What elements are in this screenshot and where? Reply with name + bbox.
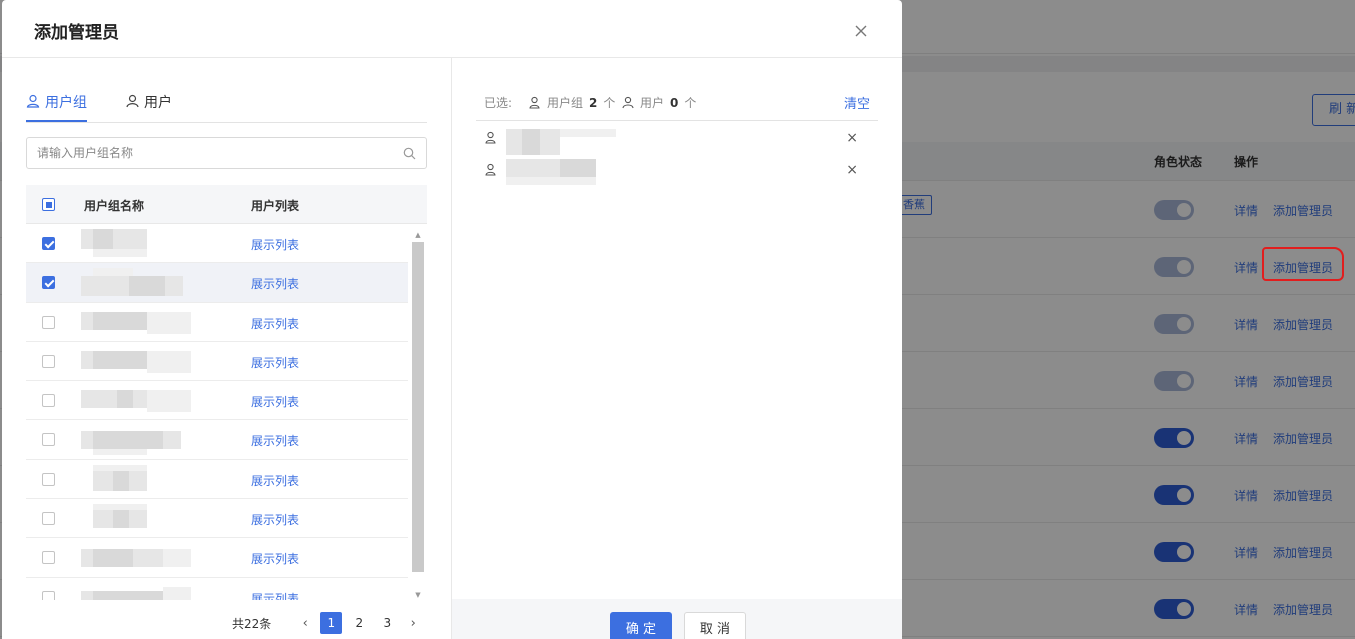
close-icon[interactable] (852, 22, 870, 40)
tab-bar: 用户组 用户 (26, 90, 427, 123)
user-icon (622, 96, 634, 109)
remove-item-icon[interactable]: × (846, 162, 858, 178)
row-checkbox[interactable] (42, 472, 55, 486)
row-checkbox[interactable] (42, 551, 55, 565)
selected-name-redacted (506, 127, 616, 155)
tab-label: 用户 (144, 95, 172, 111)
user-icon (126, 94, 139, 108)
table-row[interactable]: 展示列表 (26, 224, 408, 264)
tab-label: 用户组 (45, 95, 87, 111)
group-name-redacted (81, 464, 189, 493)
user-group-icon (529, 96, 540, 109)
scroll-thumb[interactable] (412, 242, 424, 572)
group-name-redacted (81, 229, 189, 257)
confirm-button[interactable]: 确 定 (610, 612, 672, 639)
group-name-redacted (81, 386, 191, 414)
row-checkbox[interactable] (42, 590, 55, 600)
scroll-down-icon[interactable]: ▼ (412, 590, 424, 600)
show-list-link[interactable]: 展示列表 (251, 354, 299, 371)
tab-user-group[interactable]: 用户组 (26, 92, 87, 122)
annotation-highlight-box (1262, 247, 1344, 281)
total-count: 共22条 (232, 616, 272, 631)
row-checkbox[interactable] (42, 394, 55, 408)
user-unit: 个 (684, 96, 697, 110)
table-row[interactable]: 展示列表 (26, 263, 408, 303)
group-name-redacted (81, 543, 191, 571)
add-admin-dialog: 添加管理员 用户组 用户 请输入用户组名称 用户组名称 用户列表 展示列表 展示… (2, 0, 902, 639)
table-scrollbar[interactable]: ▲ ▼ (412, 230, 424, 600)
table-row[interactable]: 展示列表 (26, 578, 408, 600)
group-count: 2 (589, 95, 598, 110)
select-all-checkbox[interactable] (42, 198, 55, 211)
user-group-icon (485, 131, 496, 144)
search-input[interactable] (37, 144, 387, 162)
user-group-table: 用户组名称 用户列表 展示列表 展示列表 展示列表 展示列表 展示列表 展示列表… (26, 185, 427, 600)
column-user-list: 用户列表 (251, 199, 300, 213)
show-list-link[interactable]: 展示列表 (251, 472, 299, 489)
pagination: 共22条 ‹ 1 2 3 › (232, 611, 425, 635)
group-search-box (26, 137, 427, 169)
page-1[interactable]: 1 (320, 612, 343, 634)
group-name-redacted (81, 268, 189, 297)
group-name-redacted (81, 583, 191, 600)
table-row[interactable]: 展示列表 (26, 420, 408, 460)
selected-list: × × (476, 123, 878, 187)
search-icon[interactable] (403, 147, 416, 160)
selected-item: × (476, 155, 878, 187)
row-checkbox[interactable] (42, 512, 55, 526)
group-name-redacted (81, 425, 189, 456)
user-label: 用户 (640, 96, 665, 110)
user-group-icon (485, 163, 496, 176)
next-page-icon[interactable]: › (401, 616, 425, 631)
show-list-link[interactable]: 展示列表 (251, 275, 299, 292)
selected-item: × (476, 123, 878, 155)
row-checkbox[interactable] (42, 433, 55, 447)
table-row[interactable]: 展示列表 (26, 499, 408, 539)
show-list-link[interactable]: 展示列表 (251, 432, 299, 449)
row-checkbox[interactable] (42, 354, 55, 368)
table-header: 用户组名称 用户列表 (26, 185, 427, 224)
group-name-redacted (81, 504, 189, 532)
remove-item-icon[interactable]: × (846, 130, 858, 146)
dialog-title: 添加管理员 (34, 23, 119, 43)
selected-group-count: 用户组 2 个 (528, 94, 615, 111)
panel-divider (451, 58, 452, 639)
row-checkbox[interactable] (42, 276, 55, 290)
group-label: 用户组 (547, 96, 584, 110)
group-name-redacted (81, 347, 191, 375)
table-row[interactable]: 展示列表 (26, 342, 408, 382)
show-list-link[interactable]: 展示列表 (251, 315, 299, 332)
dialog-header: 添加管理员 (2, 0, 902, 58)
table-row[interactable]: 展示列表 (26, 381, 408, 421)
prev-page-icon[interactable]: ‹ (293, 616, 317, 631)
page-2[interactable]: 2 (348, 612, 370, 634)
show-list-link[interactable]: 展示列表 (251, 236, 299, 253)
table-row[interactable]: 展示列表 (26, 538, 408, 578)
table-row[interactable]: 展示列表 (26, 460, 408, 500)
user-count: 0 (670, 95, 679, 110)
column-group-name: 用户组名称 (84, 199, 145, 213)
show-list-link[interactable]: 展示列表 (251, 590, 299, 600)
group-unit: 个 (603, 96, 616, 110)
show-list-link[interactable]: 展示列表 (251, 550, 299, 567)
scroll-up-icon[interactable]: ▲ (412, 230, 424, 240)
table-body: 展示列表 展示列表 展示列表 展示列表 展示列表 展示列表 展示列表 展示列表 … (26, 224, 408, 600)
selected-label: 已选: (484, 96, 513, 110)
user-group-icon (26, 94, 40, 108)
dialog-footer: 确 定 取 消 (452, 599, 902, 639)
page-3[interactable]: 3 (376, 612, 398, 634)
selected-name-redacted (506, 159, 616, 187)
selected-summary: 已选: 用户组 2 个 用户 0 个 清空 (476, 86, 878, 121)
show-list-link[interactable]: 展示列表 (251, 511, 299, 528)
selected-user-count: 用户 0 个 (622, 94, 696, 111)
clear-button[interactable]: 清空 (844, 93, 870, 112)
cancel-button[interactable]: 取 消 (684, 612, 746, 639)
row-checkbox[interactable] (42, 315, 55, 329)
group-name-redacted (81, 308, 191, 336)
row-checkbox[interactable] (42, 237, 55, 250)
tab-user[interactable]: 用户 (126, 92, 172, 122)
table-row[interactable]: 展示列表 (26, 303, 408, 342)
show-list-link[interactable]: 展示列表 (251, 393, 299, 410)
dialog-body: 用户组 用户 用户组名称 用户列表 (2, 58, 902, 639)
